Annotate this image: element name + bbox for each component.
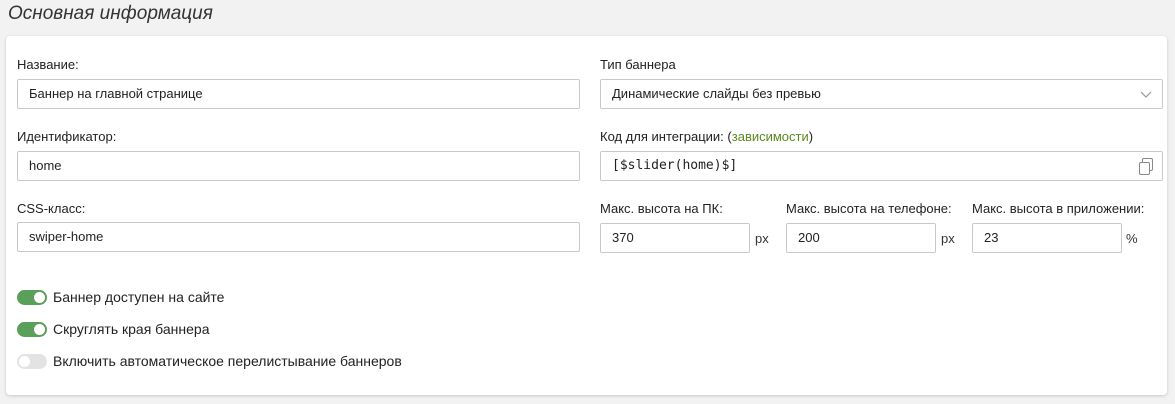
name-label: Название: [17, 57, 79, 72]
banner-type-label: Тип баннера [600, 57, 676, 72]
toggle-knob [34, 292, 45, 303]
css-class-input[interactable]: swiper-home [17, 222, 580, 252]
dependencies-link[interactable]: зависимости [732, 129, 809, 144]
identifier-input[interactable]: home [17, 151, 580, 181]
toggle-autoplay-label: Включить автоматическое перелистывание б… [53, 353, 402, 369]
max-height-phone-label: Макс. высота на телефоне: [786, 201, 952, 216]
banner-type-select[interactable]: Динамические слайды без превью [600, 79, 1163, 109]
max-height-phone-input[interactable]: 200 [786, 223, 936, 253]
max-height-app-unit: % [1126, 231, 1138, 246]
max-height-pc-label: Макс. высота на ПК: [600, 201, 723, 216]
css-class-label: CSS-класс: [17, 201, 86, 216]
toggle-autoplay[interactable] [17, 354, 47, 369]
main-info-card: Название: Баннер на главной странице Тип… [6, 36, 1167, 395]
toggle-banner-available-label: Баннер доступен на сайте [53, 289, 225, 305]
toggle-banner-available[interactable] [17, 290, 47, 305]
toggle-knob [34, 324, 45, 335]
integration-code-value: [$slider(home)$] [612, 158, 738, 173]
integration-label: Код для интеграции: (зависимости) [600, 129, 813, 144]
toggle-knob [19, 356, 30, 367]
chevron-down-icon [1140, 91, 1152, 98]
identifier-label: Идентификатор: [17, 129, 117, 144]
max-height-pc-input[interactable]: 370 [600, 223, 750, 253]
integration-label-prefix: Код для интеграции: ( [600, 129, 732, 144]
max-height-app-input[interactable]: 23 [972, 223, 1122, 253]
name-input[interactable]: Баннер на главной странице [17, 79, 580, 109]
integration-label-suffix: ) [808, 129, 814, 144]
section-title: Основная информация [8, 3, 213, 24]
copy-icon[interactable] [1138, 158, 1154, 176]
max-height-app-label: Макс. высота в приложении: [972, 201, 1145, 216]
toggle-round-corners[interactable] [17, 322, 47, 337]
max-height-pc-unit: px [755, 231, 769, 246]
toggle-round-corners-label: Скруглять края баннера [53, 321, 210, 337]
banner-type-value: Динамические слайды без превью [612, 86, 821, 101]
integration-code-field[interactable]: [$slider(home)$] [600, 151, 1163, 181]
max-height-phone-unit: px [941, 231, 955, 246]
